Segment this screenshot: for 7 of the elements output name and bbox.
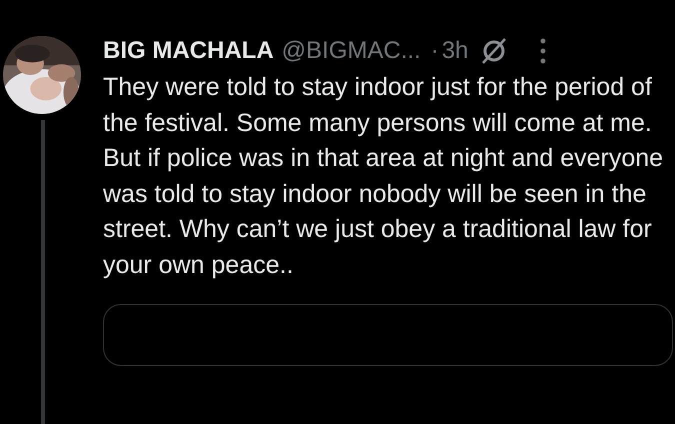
slashed-circle-icon[interactable] (480, 37, 508, 65)
separator: · (430, 37, 439, 65)
post-time[interactable]: 3h (442, 37, 468, 65)
author-handle[interactable]: @BIGMAC... (282, 37, 421, 65)
author-name[interactable]: BIG MACHALA (103, 37, 274, 65)
more-icon[interactable] (540, 37, 546, 65)
post-text: They were told to stay indoor just for the period of the festival. Some many persons will come at me. But if police was in that area at night and everyone was told to stay indoor nobody will be seen in the street. Why can’t we just obey a traditional law for your own peace.. (103, 72, 664, 281)
